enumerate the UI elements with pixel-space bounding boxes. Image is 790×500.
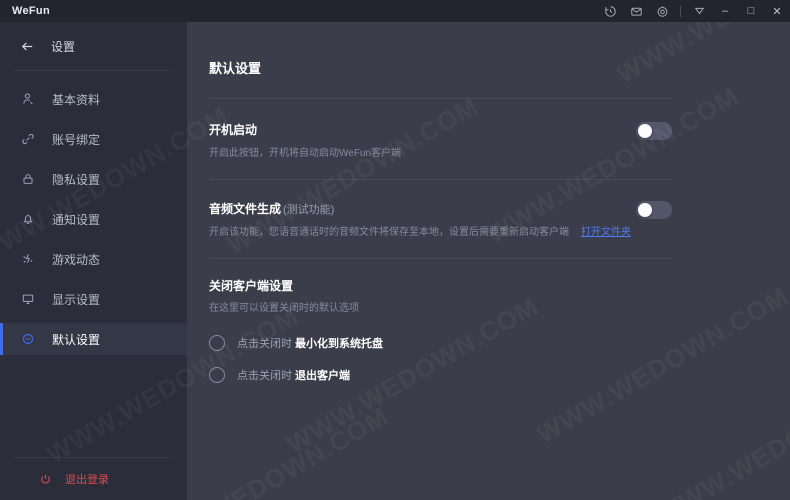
- audio-file-toggle[interactable]: [636, 201, 672, 219]
- setting-title: 开机启动: [209, 121, 636, 138]
- sidebar-item-label: 显示设置: [52, 292, 101, 307]
- sidebar-item-label: 账号绑定: [52, 132, 101, 147]
- setting-title-text: 音频文件生成: [209, 202, 282, 216]
- close-button[interactable]: ✕: [764, 0, 790, 22]
- logout-label: 退出登录: [65, 474, 109, 486]
- title-divider: [209, 98, 672, 99]
- target-icon[interactable]: [649, 0, 675, 22]
- setting-texts: 开机启动 开启此按钮，开机将自动启动WeFun客户端: [209, 121, 636, 160]
- close-client-section: 关闭客户端设置 在这里可以设置关闭时的默认选项: [187, 277, 790, 315]
- app-window: WeFun – □ ✕ 设置 基本资料 账号绑定 隐私设置 通知设置 游戏动态 …: [0, 0, 790, 500]
- logout-button[interactable]: 退出登录: [0, 458, 187, 500]
- mail-icon[interactable]: [623, 0, 649, 22]
- radio-label: 点击关闭时 退出客户端: [237, 367, 350, 383]
- setting-texts: 关闭客户端设置 在这里可以设置关闭时的默认选项: [209, 277, 672, 315]
- setting-row-audio-file: 音频文件生成 (测试功能) 开启该功能，您语音通话时的音频文件将保存至本地，设置后…: [187, 200, 790, 239]
- section-desc: 在这里可以设置关闭时的默认选项: [209, 303, 359, 314]
- title-bar: WeFun – □ ✕: [0, 0, 790, 22]
- sidebar-item-notifications[interactable]: 通知设置: [0, 203, 187, 235]
- radio-label: 点击关闭时 最小化到系统托盘: [237, 335, 383, 351]
- page-title: 默认设置: [209, 61, 262, 76]
- sidebar-item-label: 基本资料: [52, 92, 101, 107]
- history-icon[interactable]: [597, 0, 623, 22]
- sidebar-item-account-binding[interactable]: 账号绑定: [0, 123, 187, 155]
- sidebar-item-label: 通知设置: [52, 212, 101, 227]
- link-icon: [20, 131, 36, 147]
- radio-option-exit[interactable]: 点击关闭时 退出客户端: [187, 367, 790, 383]
- setting-desc-text: 开启该功能，您语音通话时的音频文件将保存至本地，设置后需要重新启动客户端: [209, 227, 569, 238]
- setting-title: 音频文件生成 (测试功能): [209, 200, 636, 217]
- sidebar-item-game-activity[interactable]: 游戏动态: [0, 243, 187, 275]
- sidebar: 设置 基本资料 账号绑定 隐私设置 通知设置 游戏动态 显示设置 默认设置 退出…: [0, 22, 187, 500]
- radio-option-minimize[interactable]: 点击关闭时 最小化到系统托盘: [187, 335, 790, 351]
- toggle-knob: [638, 124, 652, 138]
- monitor-icon: [20, 291, 36, 307]
- sidebar-item-display[interactable]: 显示设置: [0, 283, 187, 315]
- sparkle-icon: [20, 251, 36, 267]
- setting-title-text: 开机启动: [209, 123, 258, 137]
- sidebar-item-label: 隐私设置: [52, 172, 101, 187]
- maximize-button[interactable]: □: [738, 0, 764, 22]
- sidebar-divider: [14, 70, 173, 71]
- minimize-button[interactable]: –: [712, 0, 738, 22]
- radio-label-bold: 最小化到系统托盘: [295, 338, 383, 350]
- power-icon: [38, 472, 52, 486]
- back-arrow-icon: [20, 39, 35, 54]
- setting-divider-2: [209, 258, 672, 259]
- sidebar-item-privacy[interactable]: 隐私设置: [0, 163, 187, 195]
- radio-button[interactable]: [209, 367, 225, 383]
- gear-icon: [20, 331, 36, 347]
- back-button[interactable]: 设置: [0, 22, 187, 70]
- sidebar-item-default-settings[interactable]: 默认设置: [0, 323, 187, 355]
- sidebar-item-basic-info[interactable]: 基本资料: [0, 83, 187, 115]
- startup-toggle[interactable]: [636, 122, 672, 140]
- open-folder-link[interactable]: 打开文件夹: [581, 227, 631, 238]
- section-title: 关闭客户端设置: [209, 279, 294, 293]
- content-panel: 默认设置 开机启动 开启此按钮，开机将自动启动WeFun客户端 音频文件生成 (…: [187, 22, 790, 500]
- sidebar-item-label: 默认设置: [52, 332, 101, 347]
- setting-texts: 音频文件生成 (测试功能) 开启该功能，您语音通话时的音频文件将保存至本地，设置后…: [209, 200, 636, 239]
- user-icon: [20, 91, 36, 107]
- sidebar-nav: 基本资料 账号绑定 隐私设置 通知设置 游戏动态 显示设置 默认设置: [0, 83, 187, 355]
- radio-label-bold: 退出客户端: [295, 370, 350, 382]
- main-area: 设置 基本资料 账号绑定 隐私设置 通知设置 游戏动态 显示设置 默认设置 退出…: [0, 22, 790, 500]
- sidebar-item-label: 游戏动态: [52, 252, 101, 267]
- setting-desc-text: 开启此按钮，开机将自动启动WeFun客户端: [209, 148, 402, 159]
- setting-row-startup: 开机启动 开启此按钮，开机将自动启动WeFun客户端: [187, 121, 790, 160]
- tray-down-icon[interactable]: [686, 0, 712, 22]
- title-bar-actions: – □ ✕: [597, 0, 790, 22]
- setting-desc: 开启此按钮，开机将自动启动WeFun客户端: [209, 147, 636, 160]
- radio-label-prefix: 点击关闭时: [237, 338, 292, 350]
- back-label: 设置: [51, 39, 76, 54]
- radio-button[interactable]: [209, 335, 225, 351]
- title-bar-divider: [680, 5, 681, 17]
- bell-icon: [20, 211, 36, 227]
- setting-title-note: (测试功能): [283, 204, 335, 216]
- lock-icon: [20, 171, 36, 187]
- toggle-knob: [638, 203, 652, 217]
- radio-label-prefix: 点击关闭时: [237, 370, 292, 382]
- setting-divider-1: [209, 179, 672, 180]
- app-title: WeFun: [12, 5, 50, 17]
- setting-desc: 开启该功能，您语音通话时的音频文件将保存至本地，设置后需要重新启动客户端 打开文件…: [209, 226, 636, 239]
